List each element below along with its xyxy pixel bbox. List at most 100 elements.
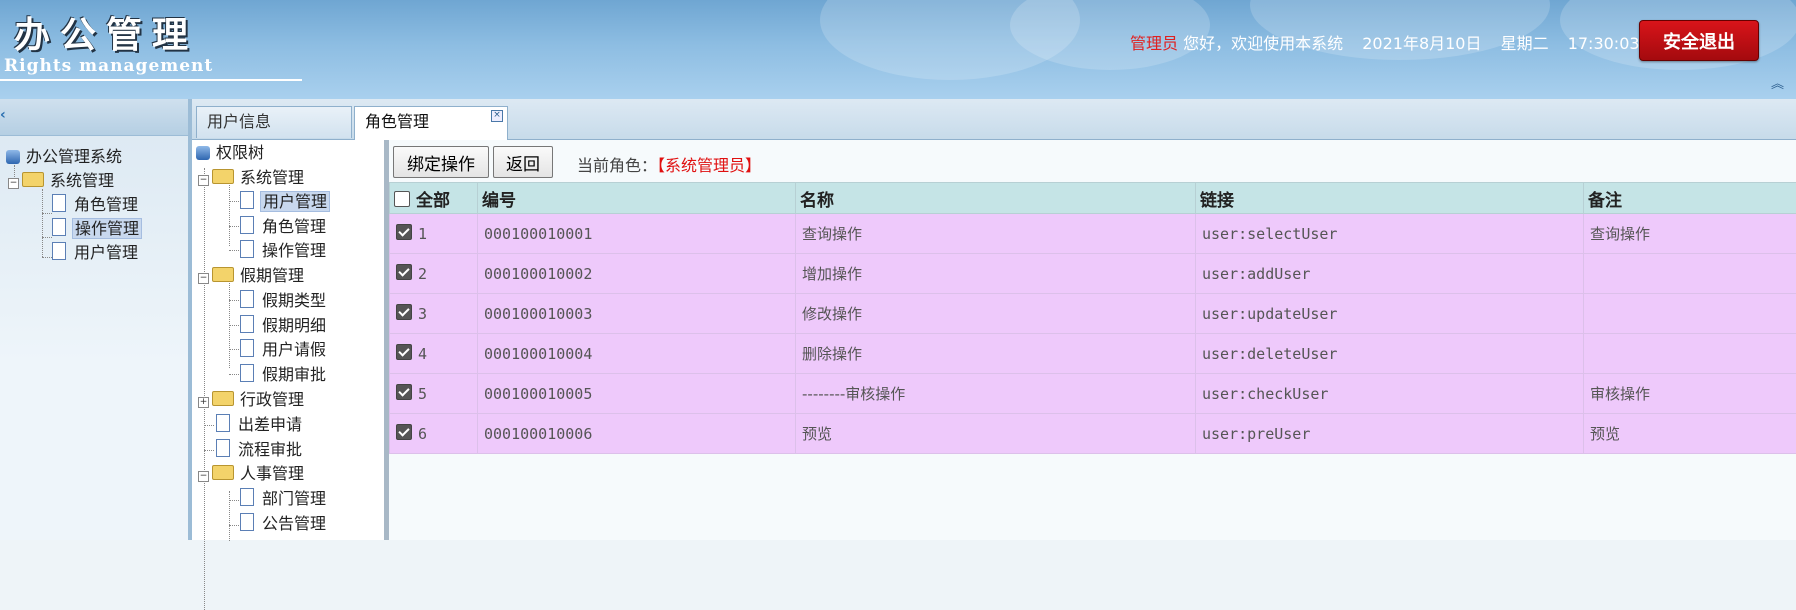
logo-underline: [0, 79, 302, 81]
select-all-checkbox[interactable]: [394, 191, 410, 207]
current-time: 17:30:03: [1568, 34, 1640, 53]
page-icon: [240, 240, 254, 258]
back-button[interactable]: 返回: [493, 146, 553, 178]
cell-name: 删除操作: [796, 334, 1196, 374]
collapse-left-icon[interactable]: ‹: [0, 107, 6, 123]
folder-icon: [212, 267, 234, 282]
perm-item-announcement[interactable]: 公告管理: [240, 513, 328, 535]
row-select-cell[interactable]: 4: [390, 334, 478, 374]
computer-icon: [196, 146, 210, 160]
header-banner: 办公管理 Rights management 管理员 您好，欢迎使用本系统 20…: [0, 0, 1796, 99]
row-select-cell[interactable]: 5: [390, 374, 478, 414]
column-header-code: 编号: [478, 183, 796, 214]
current-role: 当前角色：【系统管理员】: [577, 152, 761, 176]
perm-item-role-management[interactable]: 角色管理: [240, 216, 328, 238]
perm-folder-admin[interactable]: +行政管理: [198, 389, 306, 411]
current-date: 2021年8月10日: [1362, 34, 1481, 53]
perm-folder-holiday[interactable]: −假期管理: [198, 265, 306, 287]
perm-item-holiday-detail[interactable]: 假期明细: [240, 315, 328, 337]
row-select-cell[interactable]: 2: [390, 254, 478, 294]
perm-item-holiday-type[interactable]: 假期类型: [240, 290, 328, 312]
operations-table: 全部 编号 名称 链接 备注 1 000100010001 查询操作user:sel…: [389, 182, 1796, 454]
cell-name: 增加操作: [796, 254, 1196, 294]
tab-user-info[interactable]: 用户信息: [196, 106, 352, 138]
double-chevron-up-icon[interactable]: ︽: [1771, 80, 1784, 90]
column-header-link: 链接: [1196, 183, 1584, 214]
collapse-minus-icon[interactable]: −: [198, 273, 209, 284]
current-user: 管理员: [1130, 34, 1178, 53]
cell-code: 000100010001: [478, 214, 796, 254]
bind-operation-button[interactable]: 绑定操作: [393, 146, 489, 178]
row-checkbox[interactable]: [396, 264, 412, 280]
row-select-cell[interactable]: 3: [390, 294, 478, 334]
folder-icon: [212, 391, 234, 406]
page-icon: [240, 191, 254, 209]
row-index: 3: [418, 305, 427, 323]
table-row: 4000100010004删除操作user:deleteUser: [390, 334, 1796, 374]
perm-item-business-trip[interactable]: 出差申请: [216, 414, 304, 436]
permission-tree-panel: 权限树 −系统管理 用户管理 角色管理 操作管理 −假期管理 假期类型 假期明细…: [192, 140, 389, 540]
current-weekday: 星期二: [1501, 34, 1549, 53]
perm-item-holiday-approval[interactable]: 假期审批: [240, 364, 328, 386]
row-index: 6: [418, 425, 427, 443]
collapse-minus-icon[interactable]: −: [198, 471, 209, 482]
page-icon: [240, 364, 254, 382]
expand-plus-icon[interactable]: +: [198, 397, 209, 408]
cell-remark: 预览: [1584, 414, 1796, 454]
perm-folder-hr[interactable]: −人事管理: [198, 463, 306, 485]
logout-button[interactable]: 安全退出: [1639, 20, 1759, 61]
row-index: 1: [418, 225, 427, 243]
perm-item-process-approval[interactable]: 流程审批: [216, 439, 304, 461]
row-checkbox[interactable]: [396, 384, 412, 400]
collapse-minus-icon[interactable]: −: [8, 178, 19, 189]
tab-bar: 用户信息 角色管理 ×: [192, 99, 1796, 140]
cell-code: 000100010004: [478, 334, 796, 374]
sidebar-item-role-management[interactable]: 角色管理: [52, 194, 140, 216]
folder-icon: [212, 465, 234, 480]
perm-item-operation-management[interactable]: 操作管理: [240, 240, 328, 262]
cell-link: user:selectUser: [1196, 214, 1584, 254]
table-row: 2 000100010002增加操作user:addUser: [390, 254, 1796, 294]
folder-icon: [22, 172, 44, 187]
cell-code: 000100010002: [478, 254, 796, 294]
row-index: 2: [418, 265, 427, 283]
app-title: 办公管理: [14, 6, 198, 58]
page-icon: [240, 488, 254, 506]
close-icon[interactable]: ×: [491, 110, 503, 122]
page-icon: [216, 414, 230, 432]
cell-link: user:preUser: [1196, 414, 1584, 454]
tree-root-permission[interactable]: 权限树: [196, 142, 266, 164]
column-header-remark: 备注: [1584, 183, 1796, 214]
cell-remark: 查询操作: [1584, 214, 1796, 254]
sidebar-item-user-management[interactable]: 用户管理: [52, 242, 140, 264]
row-checkbox[interactable]: [396, 344, 412, 360]
row-checkbox[interactable]: [396, 224, 412, 240]
sidebar-item-operation-management[interactable]: 操作管理: [52, 218, 142, 240]
cell-remark: 审核操作: [1584, 374, 1796, 414]
row-checkbox[interactable]: [396, 304, 412, 320]
tree-folder-system-management[interactable]: −系统管理: [8, 170, 116, 192]
collapse-minus-icon[interactable]: −: [198, 175, 209, 186]
page-icon: [240, 290, 254, 308]
row-select-cell[interactable]: 1: [390, 214, 478, 254]
tab-role-management[interactable]: 角色管理 ×: [354, 106, 508, 140]
row-index: 4: [418, 345, 427, 363]
cell-link: user:addUser: [1196, 254, 1584, 294]
tree-root-office-system[interactable]: 办公管理系统: [6, 146, 124, 168]
cell-remark: [1584, 334, 1796, 374]
column-header-name: 名称: [796, 183, 1196, 214]
page-icon: [52, 194, 66, 212]
table-row: 3000100010003修改操作user:updateUser: [390, 294, 1796, 334]
page-icon: [52, 218, 66, 236]
welcome-message: 管理员 您好，欢迎使用本系统 2021年8月10日 星期二 17:30:03: [1130, 30, 1640, 54]
row-select-cell[interactable]: 6: [390, 414, 478, 454]
page-icon: [240, 513, 254, 531]
row-checkbox[interactable]: [396, 424, 412, 440]
perm-item-user-leave[interactable]: 用户请假: [240, 339, 328, 361]
cell-code: 000100010005: [478, 374, 796, 414]
select-all-header[interactable]: 全部: [390, 183, 478, 214]
cell-link: user:updateUser: [1196, 294, 1584, 334]
perm-item-department[interactable]: 部门管理: [240, 488, 328, 510]
perm-item-user-management[interactable]: 用户管理: [240, 191, 330, 213]
perm-folder-system[interactable]: −系统管理: [198, 167, 306, 189]
